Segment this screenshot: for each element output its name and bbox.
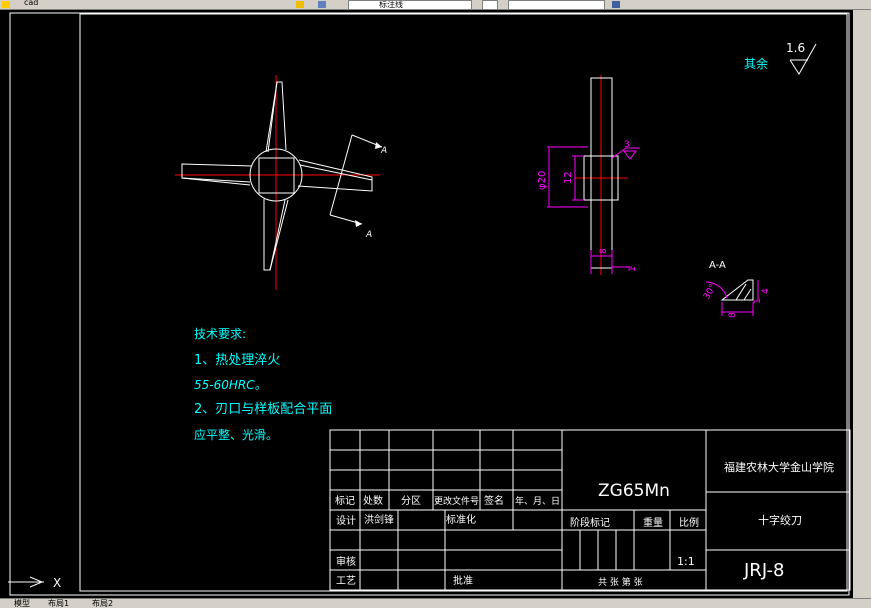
rev-header-docno: 更改文件号	[434, 495, 479, 507]
layer-icon[interactable]	[318, 1, 326, 8]
part-name: 十字绞刀	[758, 513, 802, 527]
rev-header-count: 处数	[363, 494, 383, 507]
note-line-3: 2、刃口与样板配合平面	[194, 402, 332, 417]
section-aa-view: A-A 4 1 8 30°	[702, 260, 771, 318]
stage-label: 阶段标记	[570, 516, 610, 529]
properties-button[interactable]	[482, 0, 498, 9]
surface-finish-value: 1.6	[786, 41, 805, 55]
sec-angle-text: 30°	[702, 283, 719, 302]
note-line-2: 55-60HRC。	[194, 378, 267, 392]
drawing-canvas[interactable]: 其余 1.6 A A φ20 12 3 8 1 A-A 4 1 8 30° 技术…	[0, 10, 853, 598]
section-label-top: A	[380, 146, 387, 156]
blade-bottom-edge	[269, 199, 286, 271]
rev-header-sign: 签名	[484, 494, 504, 507]
dim-chamfer-text: 3	[624, 140, 630, 150]
rev-header-date: 年、月、日	[515, 495, 560, 507]
ucs-icon: X	[8, 576, 61, 590]
cross-knife-side-view: φ20 12 3 8 1	[537, 75, 640, 275]
approve-label: 批准	[453, 574, 473, 587]
scale-label: 比例	[679, 516, 699, 529]
note-line-1: 1、热处理淬火	[194, 353, 280, 368]
dim-1-text: 1	[628, 266, 638, 272]
review-label: 审核	[336, 555, 356, 568]
designer-name: 洪剑锋	[364, 513, 394, 526]
material-text: ZG65Mn	[598, 481, 670, 501]
outer-border	[9, 12, 850, 596]
design-label: 设计	[336, 514, 356, 527]
school-name: 福建农林大学金山学院	[724, 460, 834, 474]
note-line-4: 应平整、光滑。	[194, 427, 278, 442]
section-label-bottom: A	[365, 230, 372, 240]
cross-knife-front-view: A A	[175, 75, 387, 290]
drawing-number: JRJ-8	[743, 560, 784, 581]
section-aa-hatch	[735, 283, 747, 301]
rev-header-mark: 标记	[335, 495, 355, 507]
sheet-text: 共 张 第 张	[598, 576, 643, 588]
layer-dropdown[interactable]: 标注线	[348, 0, 472, 9]
ucs-x-label: X	[53, 576, 61, 590]
rev-header-zone: 分区	[401, 495, 421, 507]
standard-label: 标准化	[446, 513, 476, 526]
dim-12-text: 12	[563, 171, 574, 184]
section-aa-title: A-A	[709, 260, 726, 271]
sec-dim-w-text: 8	[728, 312, 738, 318]
weight-label: 重量	[643, 516, 663, 529]
linetype-icon[interactable]	[612, 1, 620, 8]
process-label: 工艺	[336, 575, 356, 587]
open-file-icon[interactable]	[2, 1, 10, 8]
sec-dim-h2-text: 1	[753, 298, 763, 304]
toolbar: cad 标注线	[0, 0, 871, 10]
dim-8-text: 8	[599, 248, 609, 254]
scale-value: 1:1	[677, 555, 695, 568]
section-arrowhead-bottom	[355, 220, 362, 227]
dim-d20-text: φ20	[537, 171, 548, 190]
title-block-text: 标记 处数 分区 更改文件号 签名 年、月、日 设计 洪剑锋 标准化 审核 工艺…	[335, 460, 834, 588]
sec-dim-h1-text: 4	[761, 288, 771, 294]
technical-requirements: 技术要求: 1、热处理淬火 55-60HRC。 2、刃口与样板配合平面 应平整、…	[194, 327, 332, 442]
section-aa-hatch-2	[743, 288, 752, 301]
layer-dropdown-value: 标注线	[379, 0, 403, 9]
color-dropdown[interactable]	[508, 0, 605, 9]
surface-finish-label: 其余	[744, 56, 768, 71]
layer-state-icon[interactable]	[296, 1, 304, 8]
chamfer-symbol	[623, 150, 637, 160]
blade-right-edge	[299, 164, 373, 181]
file-name: cad	[24, 0, 39, 7]
vertical-scrollbar[interactable]	[853, 10, 871, 598]
notes-title: 技术要求:	[194, 327, 246, 341]
